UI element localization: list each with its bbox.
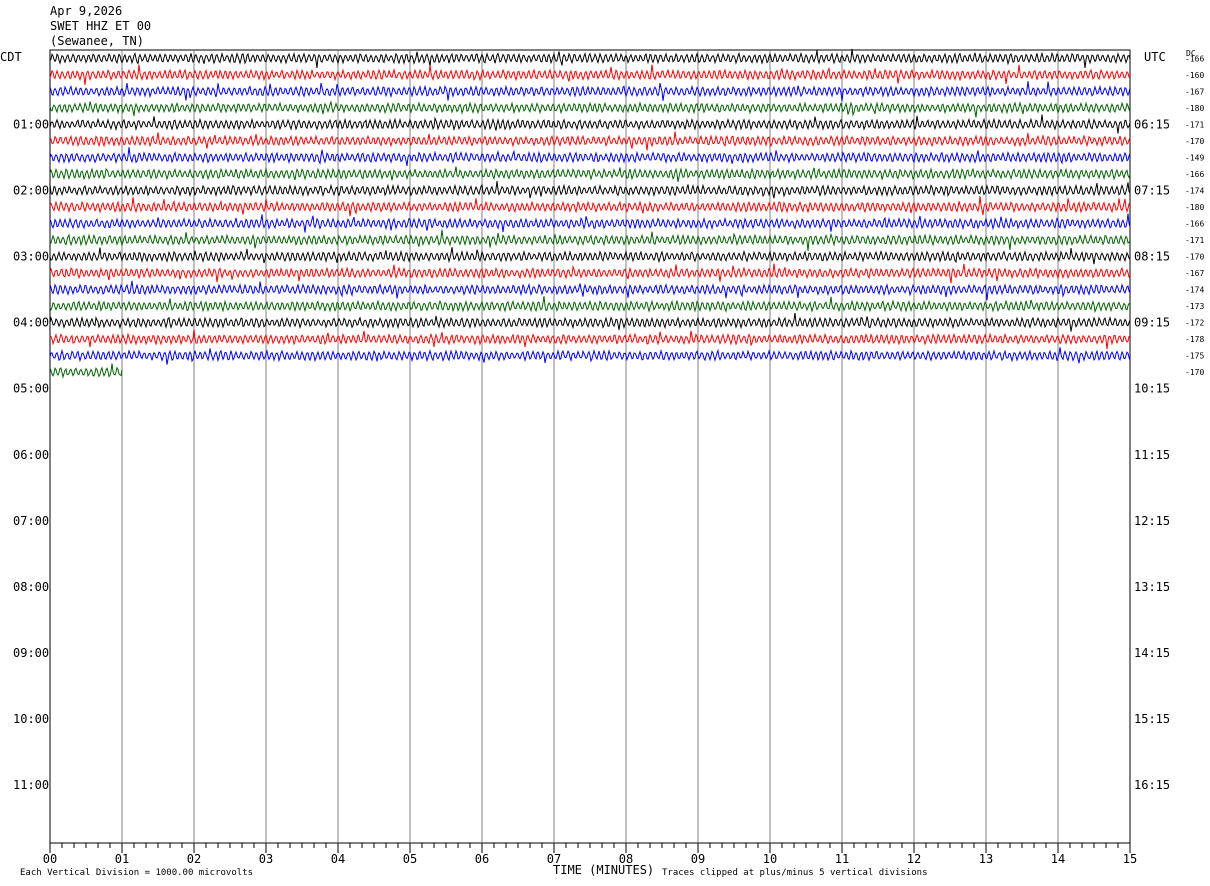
x-tick-label: 02 xyxy=(187,852,201,866)
right-hour-label: 09:15 xyxy=(1134,316,1170,330)
helicorder-plot: 00 01 02 03 04 05 06 07 08 09 10 11 12 13 14 1501:0002:… xyxy=(13,48,1204,866)
dc-offset-label: -167 xyxy=(1185,87,1204,96)
dc-offset-label: -175 xyxy=(1185,352,1204,361)
dc-offset-label: -171 xyxy=(1185,120,1204,129)
left-hour-label: 06:00 xyxy=(13,448,49,462)
seismic-trace xyxy=(49,100,1131,118)
x-tick-label: 11 xyxy=(835,852,849,866)
x-tick-label: 14 xyxy=(1051,852,1065,866)
left-hour-label: 03:00 xyxy=(13,250,49,264)
left-hour-label: 11:00 xyxy=(13,778,49,792)
x-tick-label: 06 xyxy=(475,852,489,866)
dc-offset-label: -167 xyxy=(1185,269,1204,278)
x-tick-label: 05 xyxy=(403,852,417,866)
seismic-trace xyxy=(49,280,1131,301)
left-hour-label: 10:00 xyxy=(13,712,49,726)
seismic-trace xyxy=(49,196,1131,217)
seismic-trace xyxy=(49,329,1131,350)
left-hour-label: 05:00 xyxy=(13,382,49,396)
seismic-trace xyxy=(49,147,1131,167)
seismic-trace xyxy=(49,213,1131,233)
right-hour-label: 06:15 xyxy=(1134,117,1170,131)
left-hour-label: 01:00 xyxy=(13,117,49,131)
right-hour-label: 12:15 xyxy=(1134,514,1170,528)
seismic-trace xyxy=(49,180,1131,199)
left-hour-label: 04:00 xyxy=(13,316,49,330)
seismic-trace xyxy=(49,347,1131,365)
seismic-trace xyxy=(49,81,1131,102)
right-hour-label: 10:15 xyxy=(1134,382,1170,396)
clip-note: Traces clipped at plus/minus 5 vertical … xyxy=(662,868,928,878)
dc-offset-label: -180 xyxy=(1185,203,1204,212)
x-tick-label: 00 xyxy=(43,852,57,866)
seismic-trace xyxy=(49,229,1131,252)
dc-offset-label: -166 xyxy=(1185,54,1204,63)
x-axis-title: TIME (MINUTES) xyxy=(553,863,655,877)
right-hour-label: 07:15 xyxy=(1134,183,1170,197)
x-tick-label: 04 xyxy=(331,852,345,866)
dc-offset-label: -180 xyxy=(1185,104,1204,113)
x-tick-label: 09 xyxy=(691,852,705,866)
left-hour-label: 08:00 xyxy=(13,580,49,594)
left-hour-label: 09:00 xyxy=(13,646,49,660)
dc-offset-label: -171 xyxy=(1185,236,1204,245)
seismic-trace xyxy=(49,312,1131,332)
right-hour-label: 08:15 xyxy=(1134,250,1170,264)
dc-offset-label: -170 xyxy=(1185,368,1204,377)
dc-offset-label: -166 xyxy=(1185,219,1204,228)
x-tick-label: 01 xyxy=(115,852,129,866)
dc-offset-label: -172 xyxy=(1185,319,1204,328)
dc-offset-label: -174 xyxy=(1185,286,1204,295)
x-tick-label: 03 xyxy=(259,852,273,866)
plot-frame xyxy=(49,49,1131,844)
seismic-trace xyxy=(49,48,1131,69)
dc-offset-label: -174 xyxy=(1185,186,1204,195)
seismic-trace xyxy=(49,363,123,379)
seismic-trace xyxy=(49,263,1131,284)
dc-offset-label: -166 xyxy=(1185,170,1204,179)
seismic-trace xyxy=(49,247,1131,265)
x-tick-label: 13 xyxy=(979,852,993,866)
scale-note: Each Vertical Division = 1000.00 microvo… xyxy=(20,868,253,878)
seismic-trace xyxy=(49,114,1131,134)
right-hour-label: 15:15 xyxy=(1134,712,1170,726)
right-hour-label: 13:15 xyxy=(1134,580,1170,594)
left-hour-label: 02:00 xyxy=(13,183,49,197)
seismic-trace xyxy=(49,131,1131,151)
x-tick-label: 15 xyxy=(1123,852,1137,866)
seismic-trace xyxy=(49,296,1131,314)
left-hour-label: 07:00 xyxy=(13,514,49,528)
dc-offset-label: -160 xyxy=(1185,71,1204,80)
right-hour-label: 11:15 xyxy=(1134,448,1170,462)
x-tick-label: 12 xyxy=(907,852,921,866)
dc-offset-label: -149 xyxy=(1185,153,1204,162)
dc-offset-label: -170 xyxy=(1185,253,1204,262)
right-hour-label: 14:15 xyxy=(1134,646,1170,660)
seismic-trace xyxy=(49,64,1131,85)
seismic-trace xyxy=(49,166,1131,182)
dc-offset-label: -173 xyxy=(1185,302,1204,311)
x-tick-label: 10 xyxy=(763,852,777,866)
right-hour-label: 16:15 xyxy=(1134,778,1170,792)
dc-offset-label: -178 xyxy=(1185,335,1204,344)
dc-offset-label: -170 xyxy=(1185,137,1204,146)
